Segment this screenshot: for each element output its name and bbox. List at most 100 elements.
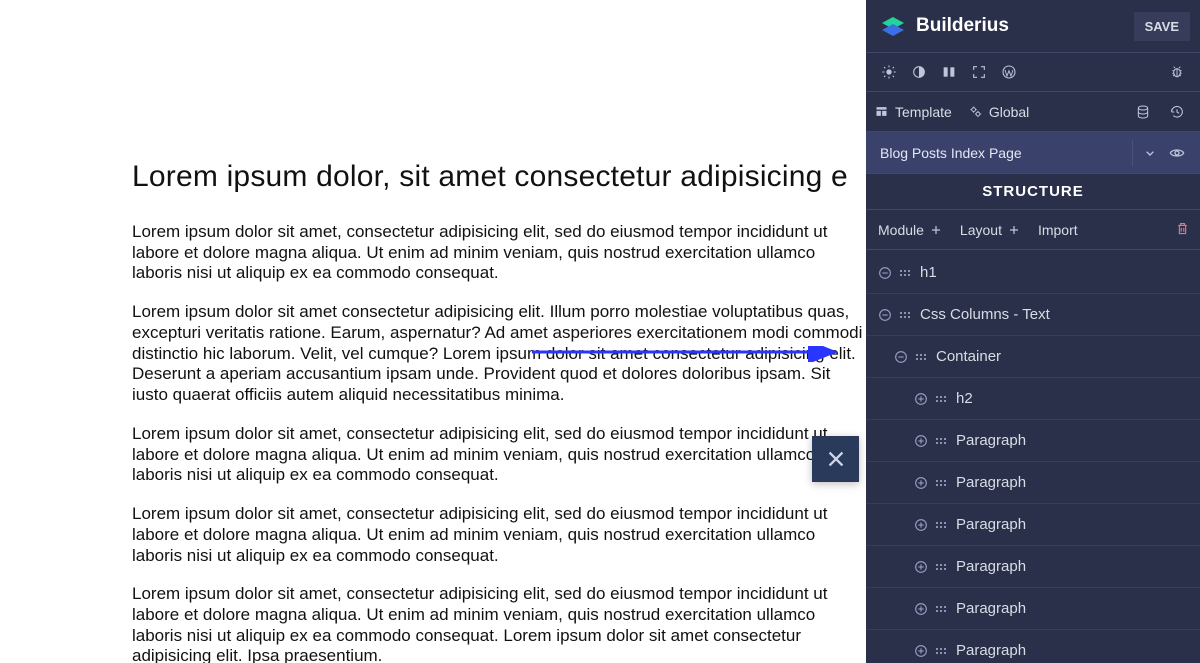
collapse-icon — [877, 265, 893, 281]
tree-toggle[interactable] — [912, 432, 930, 450]
tree-toggle[interactable] — [912, 600, 930, 618]
app-logo[interactable]: Builderius — [880, 13, 1009, 39]
scope-toolbar: Template Global — [866, 92, 1200, 132]
wordpress-button[interactable] — [994, 57, 1024, 87]
layout-toggle-button[interactable] — [934, 57, 964, 87]
layout-icon — [941, 64, 957, 80]
preview-canvas[interactable]: Lorem ipsum dolor, sit amet consectetur … — [0, 0, 866, 663]
structure-tree: h1 Css Columns - Text Container h2 Paragraph… — [866, 250, 1200, 663]
tree-item[interactable]: Container — [866, 336, 1200, 378]
canvas-paragraph[interactable]: Lorem ipsum dolor sit amet, consectetur … — [132, 584, 866, 663]
eye-icon — [1169, 145, 1185, 161]
plus-icon — [1008, 224, 1020, 236]
storage-button[interactable] — [1128, 97, 1158, 127]
fullscreen-button[interactable] — [964, 57, 994, 87]
preview-button[interactable] — [1164, 140, 1190, 166]
contrast-icon — [911, 64, 927, 80]
drag-handle-icon[interactable] — [936, 559, 946, 575]
tree-toggle[interactable] — [876, 306, 894, 324]
expand-icon — [913, 643, 929, 659]
plus-icon — [930, 224, 942, 236]
tree-toggle[interactable] — [912, 516, 930, 534]
tree-item-label: h2 — [956, 390, 1200, 407]
chevron-down-icon — [1142, 145, 1158, 161]
page-selector[interactable]: Blog Posts Index Page — [866, 132, 1200, 174]
canvas-paragraph[interactable]: Lorem ipsum dolor sit amet, consectetur … — [132, 222, 866, 284]
template-icon — [874, 104, 889, 119]
tree-item[interactable]: Paragraph — [866, 588, 1200, 630]
drag-handle-icon[interactable] — [900, 265, 910, 281]
tree-item[interactable]: Paragraph — [866, 504, 1200, 546]
tree-toggle[interactable] — [912, 474, 930, 492]
view-toolbar — [866, 52, 1200, 92]
gears-icon — [968, 104, 983, 119]
tree-item-label: Paragraph — [956, 642, 1200, 659]
structure-actions: Module Layout Import — [866, 210, 1200, 250]
module-label: Module — [878, 222, 924, 238]
trash-icon — [1175, 221, 1190, 236]
page-dropdown-button[interactable] — [1132, 140, 1158, 166]
expand-icon — [913, 433, 929, 449]
tree-item-label: Paragraph — [956, 558, 1200, 575]
tree-item[interactable]: Css Columns - Text — [866, 294, 1200, 336]
theme-contrast-button[interactable] — [904, 57, 934, 87]
canvas-paragraph[interactable]: Lorem ipsum dolor sit amet, consectetur … — [132, 504, 866, 566]
tree-item[interactable]: Paragraph — [866, 630, 1200, 663]
global-scope-button[interactable]: Global — [968, 104, 1029, 120]
tree-item-label: Paragraph — [956, 516, 1200, 533]
drag-handle-icon[interactable] — [916, 349, 926, 365]
tree-item-label: Paragraph — [956, 474, 1200, 491]
tree-toggle[interactable] — [876, 264, 894, 282]
collapse-icon — [893, 349, 909, 365]
expand-icon — [971, 64, 987, 80]
collapse-icon — [877, 307, 893, 323]
canvas-content: Lorem ipsum dolor, sit amet consectetur … — [0, 0, 866, 663]
tree-toggle[interactable] — [912, 390, 930, 408]
template-scope-button[interactable]: Template — [874, 104, 952, 120]
bug-icon — [1169, 64, 1185, 80]
drag-handle-icon[interactable] — [936, 643, 946, 659]
expand-icon — [913, 559, 929, 575]
canvas-paragraph[interactable]: Lorem ipsum dolor sit amet consectetur a… — [132, 302, 866, 406]
save-button[interactable]: SAVE — [1134, 12, 1190, 41]
tree-item[interactable]: h2 — [866, 378, 1200, 420]
drag-handle-icon[interactable] — [936, 601, 946, 617]
drag-handle-icon[interactable] — [936, 475, 946, 491]
tree-item-label: Paragraph — [956, 432, 1200, 449]
tree-item-label: h1 — [920, 264, 1200, 281]
add-layout-button[interactable]: Layout — [960, 222, 1020, 238]
close-panel-button[interactable] — [812, 436, 859, 482]
logo-mark-icon — [880, 13, 906, 39]
tree-item-label: Container — [936, 348, 1200, 365]
tree-item[interactable]: Paragraph — [866, 420, 1200, 462]
import-button[interactable]: Import — [1038, 222, 1078, 238]
tree-toggle[interactable] — [912, 558, 930, 576]
drag-handle-icon[interactable] — [900, 307, 910, 323]
canvas-paragraph[interactable]: Lorem ipsum dolor sit amet, consectetur … — [132, 424, 866, 486]
drag-handle-icon[interactable] — [936, 517, 946, 533]
tree-item[interactable]: h1 — [866, 252, 1200, 294]
sidebar-header: Builderius SAVE — [866, 0, 1200, 52]
add-module-button[interactable]: Module — [878, 222, 942, 238]
layout-label: Layout — [960, 222, 1002, 238]
theme-light-button[interactable] — [874, 57, 904, 87]
tree-item[interactable]: Paragraph — [866, 462, 1200, 504]
sun-icon — [881, 64, 897, 80]
canvas-h1[interactable]: Lorem ipsum dolor, sit amet consectetur … — [132, 160, 866, 194]
page-title: Blog Posts Index Page — [880, 145, 1022, 161]
close-icon — [825, 448, 847, 470]
tree-toggle[interactable] — [912, 642, 930, 660]
delete-button[interactable] — [1175, 221, 1190, 239]
wordpress-icon — [1001, 64, 1017, 80]
drag-handle-icon[interactable] — [936, 433, 946, 449]
history-button[interactable] — [1162, 97, 1192, 127]
tree-toggle[interactable] — [892, 348, 910, 366]
drag-handle-icon[interactable] — [936, 391, 946, 407]
tree-item[interactable]: Paragraph — [866, 546, 1200, 588]
database-icon — [1135, 104, 1151, 120]
import-label: Import — [1038, 222, 1078, 238]
debug-button[interactable] — [1162, 57, 1192, 87]
template-label: Template — [895, 104, 952, 120]
expand-icon — [913, 391, 929, 407]
global-label: Global — [989, 104, 1029, 120]
